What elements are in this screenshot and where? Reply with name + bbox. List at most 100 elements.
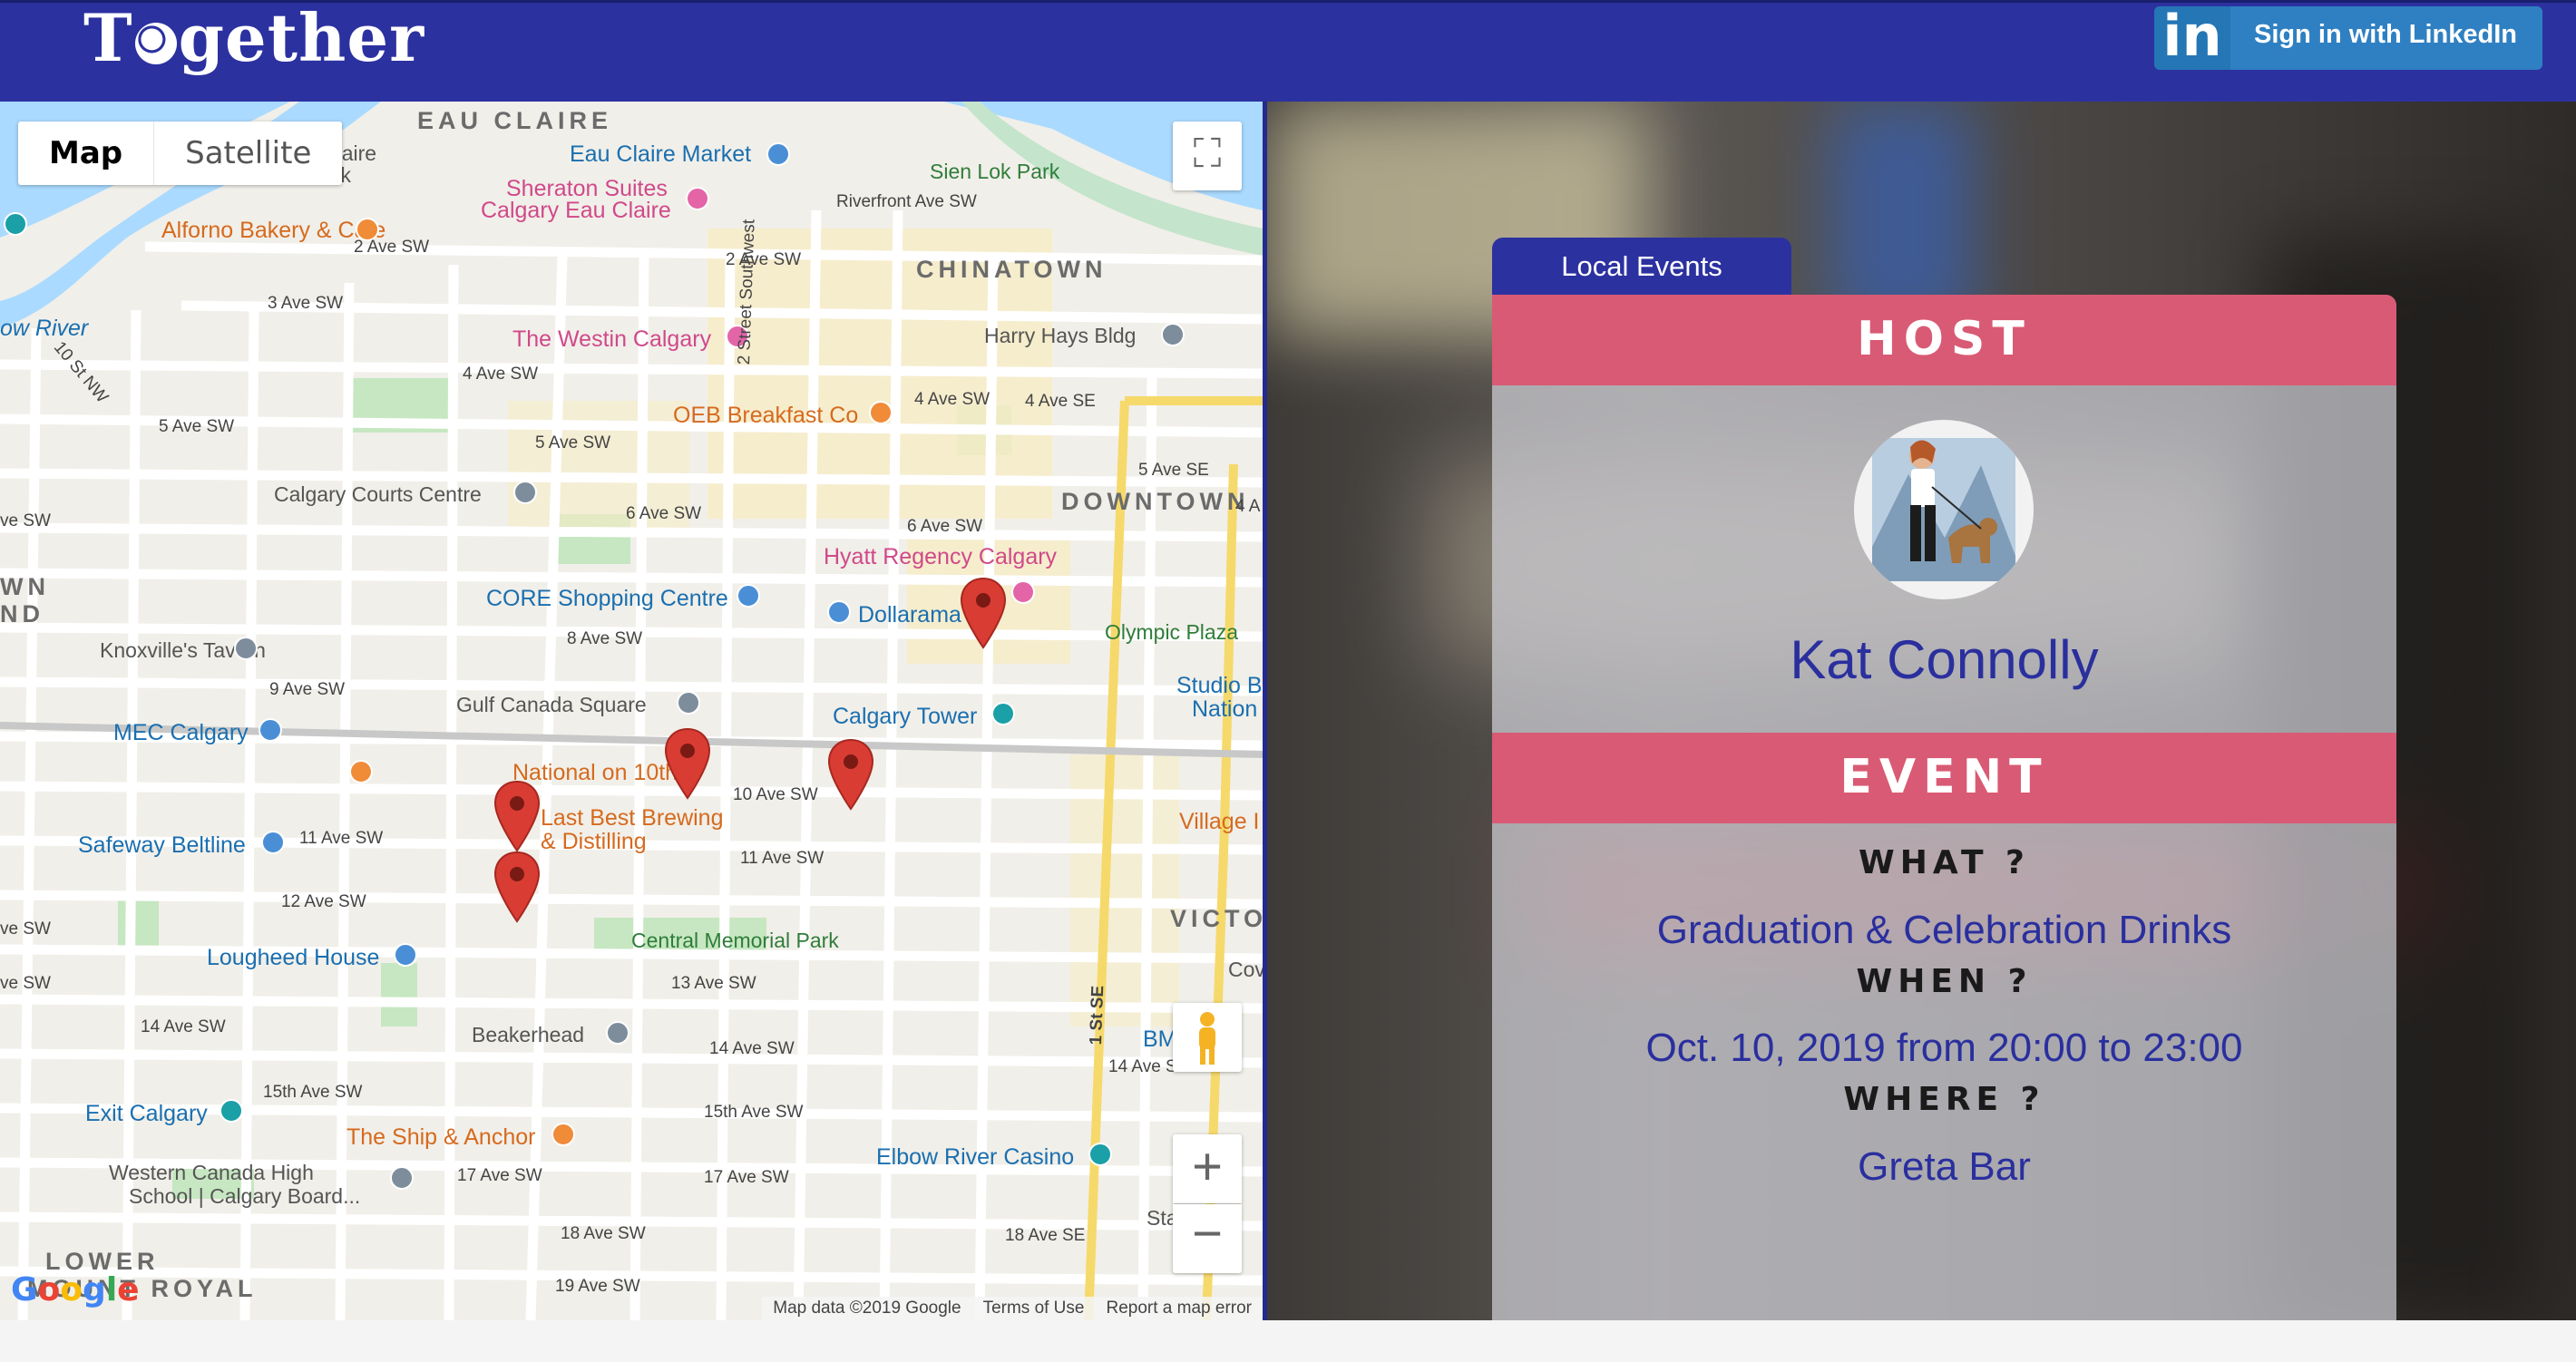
avatar-illustration bbox=[1872, 438, 2015, 581]
building-icon-gulf[interactable] bbox=[677, 691, 700, 715]
poi-last-best-2[interactable]: & Distilling bbox=[541, 829, 647, 855]
district-victoria: VICTO bbox=[1170, 905, 1263, 932]
linkedin-icon: in bbox=[2154, 6, 2230, 70]
poi-gulf-canada[interactable]: Gulf Canada Square bbox=[456, 693, 647, 717]
poi-calgary-courts[interactable]: Calgary Courts Centre bbox=[274, 482, 482, 507]
poi-bm[interactable]: BM bbox=[1143, 1026, 1177, 1053]
shopping-icon-core[interactable] bbox=[737, 584, 760, 608]
street-label: 2 Ave SW bbox=[354, 238, 430, 257]
poi-nation[interactable]: Nation bbox=[1192, 696, 1257, 723]
event-marker[interactable] bbox=[960, 577, 1007, 649]
street-label: 8 Ave SW bbox=[567, 629, 643, 648]
park-icon[interactable] bbox=[4, 212, 27, 236]
poi-cov[interactable]: Cov bbox=[1228, 958, 1263, 982]
street-label: ve SW bbox=[0, 919, 51, 939]
fullscreen-button[interactable]: ⛶ bbox=[1173, 122, 1242, 190]
district-eau-claire: EAU CLAIRE bbox=[417, 107, 613, 134]
poi-beakerhead[interactable]: Beakerhead bbox=[472, 1023, 584, 1047]
report-map-error-link[interactable]: Report a map error bbox=[1106, 1297, 1252, 1320]
poi-westin[interactable]: The Westin Calgary bbox=[512, 326, 711, 353]
poi-core[interactable]: CORE Shopping Centre bbox=[486, 586, 728, 612]
event-marker[interactable] bbox=[493, 851, 541, 923]
street-label: 4 Ave SW bbox=[463, 365, 539, 384]
poi-exit-calgary[interactable]: Exit Calgary bbox=[85, 1101, 208, 1127]
google-logo[interactable]: Google bbox=[11, 1271, 140, 1308]
event-location[interactable]: Greta Bar bbox=[1492, 1144, 2396, 1190]
street-label: ve SW bbox=[0, 511, 51, 530]
poi-alforno[interactable]: Alforno Bakery & Cafe bbox=[161, 218, 385, 244]
hotel-icon-hyatt[interactable] bbox=[1011, 580, 1035, 604]
hotel-icon[interactable] bbox=[686, 187, 709, 210]
event-title: Graduation & Celebration Drinks bbox=[1656, 908, 2232, 952]
building-icon[interactable] bbox=[1161, 323, 1185, 346]
poi-studio-b[interactable]: Studio B bbox=[1176, 673, 1263, 699]
street-label: 14 Ave SW bbox=[141, 1017, 226, 1036]
zoom-in-button[interactable]: + bbox=[1173, 1134, 1242, 1203]
district-wn: WN bbox=[0, 573, 50, 600]
pin-icon-beakerhead[interactable] bbox=[606, 1021, 629, 1045]
app-logo[interactable]: Tgether bbox=[83, 0, 424, 76]
street-label: 2 Ave SW bbox=[726, 250, 802, 269]
shopping-icon-mec[interactable] bbox=[259, 718, 282, 742]
restaurant-icon[interactable] bbox=[869, 401, 893, 424]
poi-village[interactable]: Village I bbox=[1179, 809, 1260, 835]
poi-olympic-plaza[interactable]: Olympic Plaza bbox=[1105, 620, 1238, 645]
event-marker[interactable] bbox=[827, 738, 874, 811]
school-icon[interactable] bbox=[390, 1166, 414, 1190]
entertainment-icon[interactable] bbox=[220, 1099, 243, 1123]
poi-oeb[interactable]: OEB Breakfast Co bbox=[673, 403, 858, 429]
map-type-satellite-button[interactable]: Satellite bbox=[154, 122, 342, 185]
street-label: 10 Ave SW bbox=[733, 785, 818, 804]
poi-calgary-tower[interactable]: Calgary Tower bbox=[833, 704, 977, 730]
event-marker[interactable] bbox=[493, 780, 541, 852]
bar-icon-2[interactable] bbox=[349, 760, 373, 783]
street-label: 18 Ave SW bbox=[561, 1224, 646, 1243]
shopping-icon-dollarama[interactable] bbox=[827, 600, 851, 624]
poi-central-memorial[interactable]: Central Memorial Park bbox=[631, 929, 839, 953]
poi-western-canada-2[interactable]: School | Calgary Board... bbox=[129, 1184, 360, 1209]
street-label: 4 A bbox=[1235, 497, 1261, 516]
terms-of-use-link[interactable]: Terms of Use bbox=[983, 1297, 1085, 1320]
poi-sien-lok[interactable]: Sien Lok Park bbox=[930, 160, 1059, 184]
shopping-icon[interactable] bbox=[766, 142, 790, 166]
street-label: 15th Ave SW bbox=[704, 1103, 804, 1122]
poi-last-best[interactable]: Last Best Brewing bbox=[541, 805, 724, 832]
events-map[interactable]: EAU CLAIRE CHINATOWN DOWNTOWN WN ND LOWE… bbox=[0, 102, 1263, 1320]
casino-icon[interactable] bbox=[1088, 1143, 1112, 1166]
what-label: WHAT ? bbox=[1859, 844, 2030, 881]
street-label: ve SW bbox=[0, 974, 51, 993]
poi-eau-claire-market[interactable]: Eau Claire Market bbox=[570, 141, 751, 168]
host-name: Kat Connolly bbox=[1790, 629, 2099, 690]
street-label: 6 Ave SW bbox=[626, 504, 702, 523]
map-type-map-button[interactable]: Map bbox=[18, 122, 155, 185]
poi-lougheed[interactable]: Lougheed House bbox=[207, 945, 379, 971]
street-label: 5 Ave SW bbox=[159, 417, 235, 436]
globe-icon bbox=[134, 23, 177, 64]
zoom-out-button[interactable]: − bbox=[1173, 1204, 1242, 1273]
event-marker[interactable] bbox=[664, 727, 711, 800]
linkedin-signin-button[interactable]: in Sign in with LinkedIn bbox=[2154, 6, 2542, 70]
bar-icon-ship[interactable] bbox=[551, 1123, 575, 1146]
poi-ship-anchor[interactable]: The Ship & Anchor bbox=[346, 1124, 535, 1151]
street-label: 3 Ave SW bbox=[268, 294, 344, 313]
poi-safeway[interactable]: Safeway Beltline bbox=[78, 832, 246, 859]
poi-hyatt[interactable]: Hyatt Regency Calgary bbox=[824, 544, 1057, 570]
tower-icon[interactable] bbox=[991, 702, 1015, 725]
bar-icon[interactable] bbox=[234, 637, 258, 660]
label-bow-river: ow River bbox=[0, 316, 89, 341]
street-view-pegman[interactable] bbox=[1173, 1003, 1242, 1072]
street-label: 14 Ave SW bbox=[709, 1039, 795, 1058]
poi-elbow-river[interactable]: Elbow River Casino bbox=[876, 1144, 1074, 1171]
poi-mec[interactable]: MEC Calgary bbox=[113, 720, 249, 746]
tab-local-events[interactable]: Local Events bbox=[1492, 238, 1791, 296]
poi-harry-hays[interactable]: Harry Hays Bldg bbox=[984, 324, 1136, 348]
museum-icon[interactable] bbox=[394, 943, 417, 967]
poi-western-canada[interactable]: Western Canada High bbox=[109, 1161, 314, 1185]
shopping-icon-safeway[interactable] bbox=[261, 831, 285, 854]
poi-sheraton-2[interactable]: Calgary Eau Claire bbox=[481, 198, 671, 224]
district-downtown: DOWNTOWN bbox=[1061, 488, 1250, 515]
poi-dollarama[interactable]: Dollarama bbox=[858, 602, 961, 628]
event-panel: Local Events HOST Kat Connolly EVENT WHA… bbox=[1267, 102, 2576, 1320]
host-avatar[interactable] bbox=[1854, 420, 2034, 599]
courthouse-icon[interactable] bbox=[513, 481, 537, 504]
